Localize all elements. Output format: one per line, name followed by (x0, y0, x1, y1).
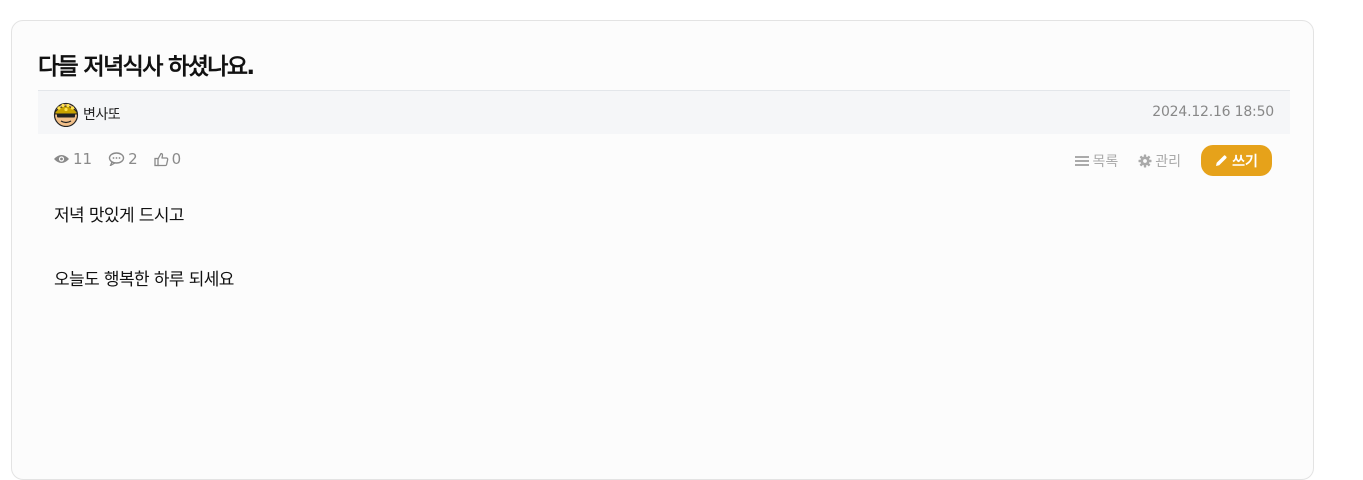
view-count: 11 (53, 150, 92, 168)
list-icon (1075, 155, 1090, 166)
post-stats: 11 2 0 (53, 150, 197, 168)
like-count: 0 (153, 150, 182, 168)
post-card: 다들 저녁식사 하셨나요. 변사또 2024.12.16 18:50 11 2 … (11, 20, 1314, 480)
eye-icon (54, 155, 69, 163)
manage-button[interactable]: 관리 (1138, 151, 1181, 171)
post-actions: 목록 관리 쓰기 (1075, 145, 1272, 176)
list-button-label: 목록 (1092, 153, 1119, 170)
list-button[interactable]: 목록 (1075, 151, 1118, 171)
pencil-icon (1216, 155, 1227, 166)
comment-icon (108, 152, 125, 166)
content-paragraph: 저녁 맛있게 드시고 (54, 206, 185, 226)
write-button-label: 쓰기 (1232, 153, 1258, 170)
post-content: 저녁 맛있게 드시고 오늘도 행복한 하루 되세요 (54, 204, 234, 292)
comment-count-value: 2 (128, 150, 138, 168)
manage-button-label: 관리 (1155, 153, 1181, 170)
comment-count: 2 (108, 150, 138, 168)
post-meta-bar: 변사또 2024.12.16 18:50 (38, 90, 1290, 134)
content-paragraph: 오늘도 행복한 하루 되세요 (54, 270, 234, 290)
thumbs-up-icon (153, 152, 168, 166)
gear-icon (1138, 154, 1152, 167)
post-title: 다들 저녁식사 하셨나요. (38, 54, 255, 80)
like-count-value: 0 (171, 150, 182, 168)
author-info[interactable]: 변사또 (53, 101, 121, 127)
post-date: 2024.12.16 18:50 (1152, 104, 1274, 120)
view-count-value: 11 (73, 150, 93, 168)
write-button[interactable]: 쓰기 (1201, 145, 1272, 176)
author-name[interactable]: 변사또 (83, 104, 121, 124)
avatar[interactable] (53, 101, 79, 127)
